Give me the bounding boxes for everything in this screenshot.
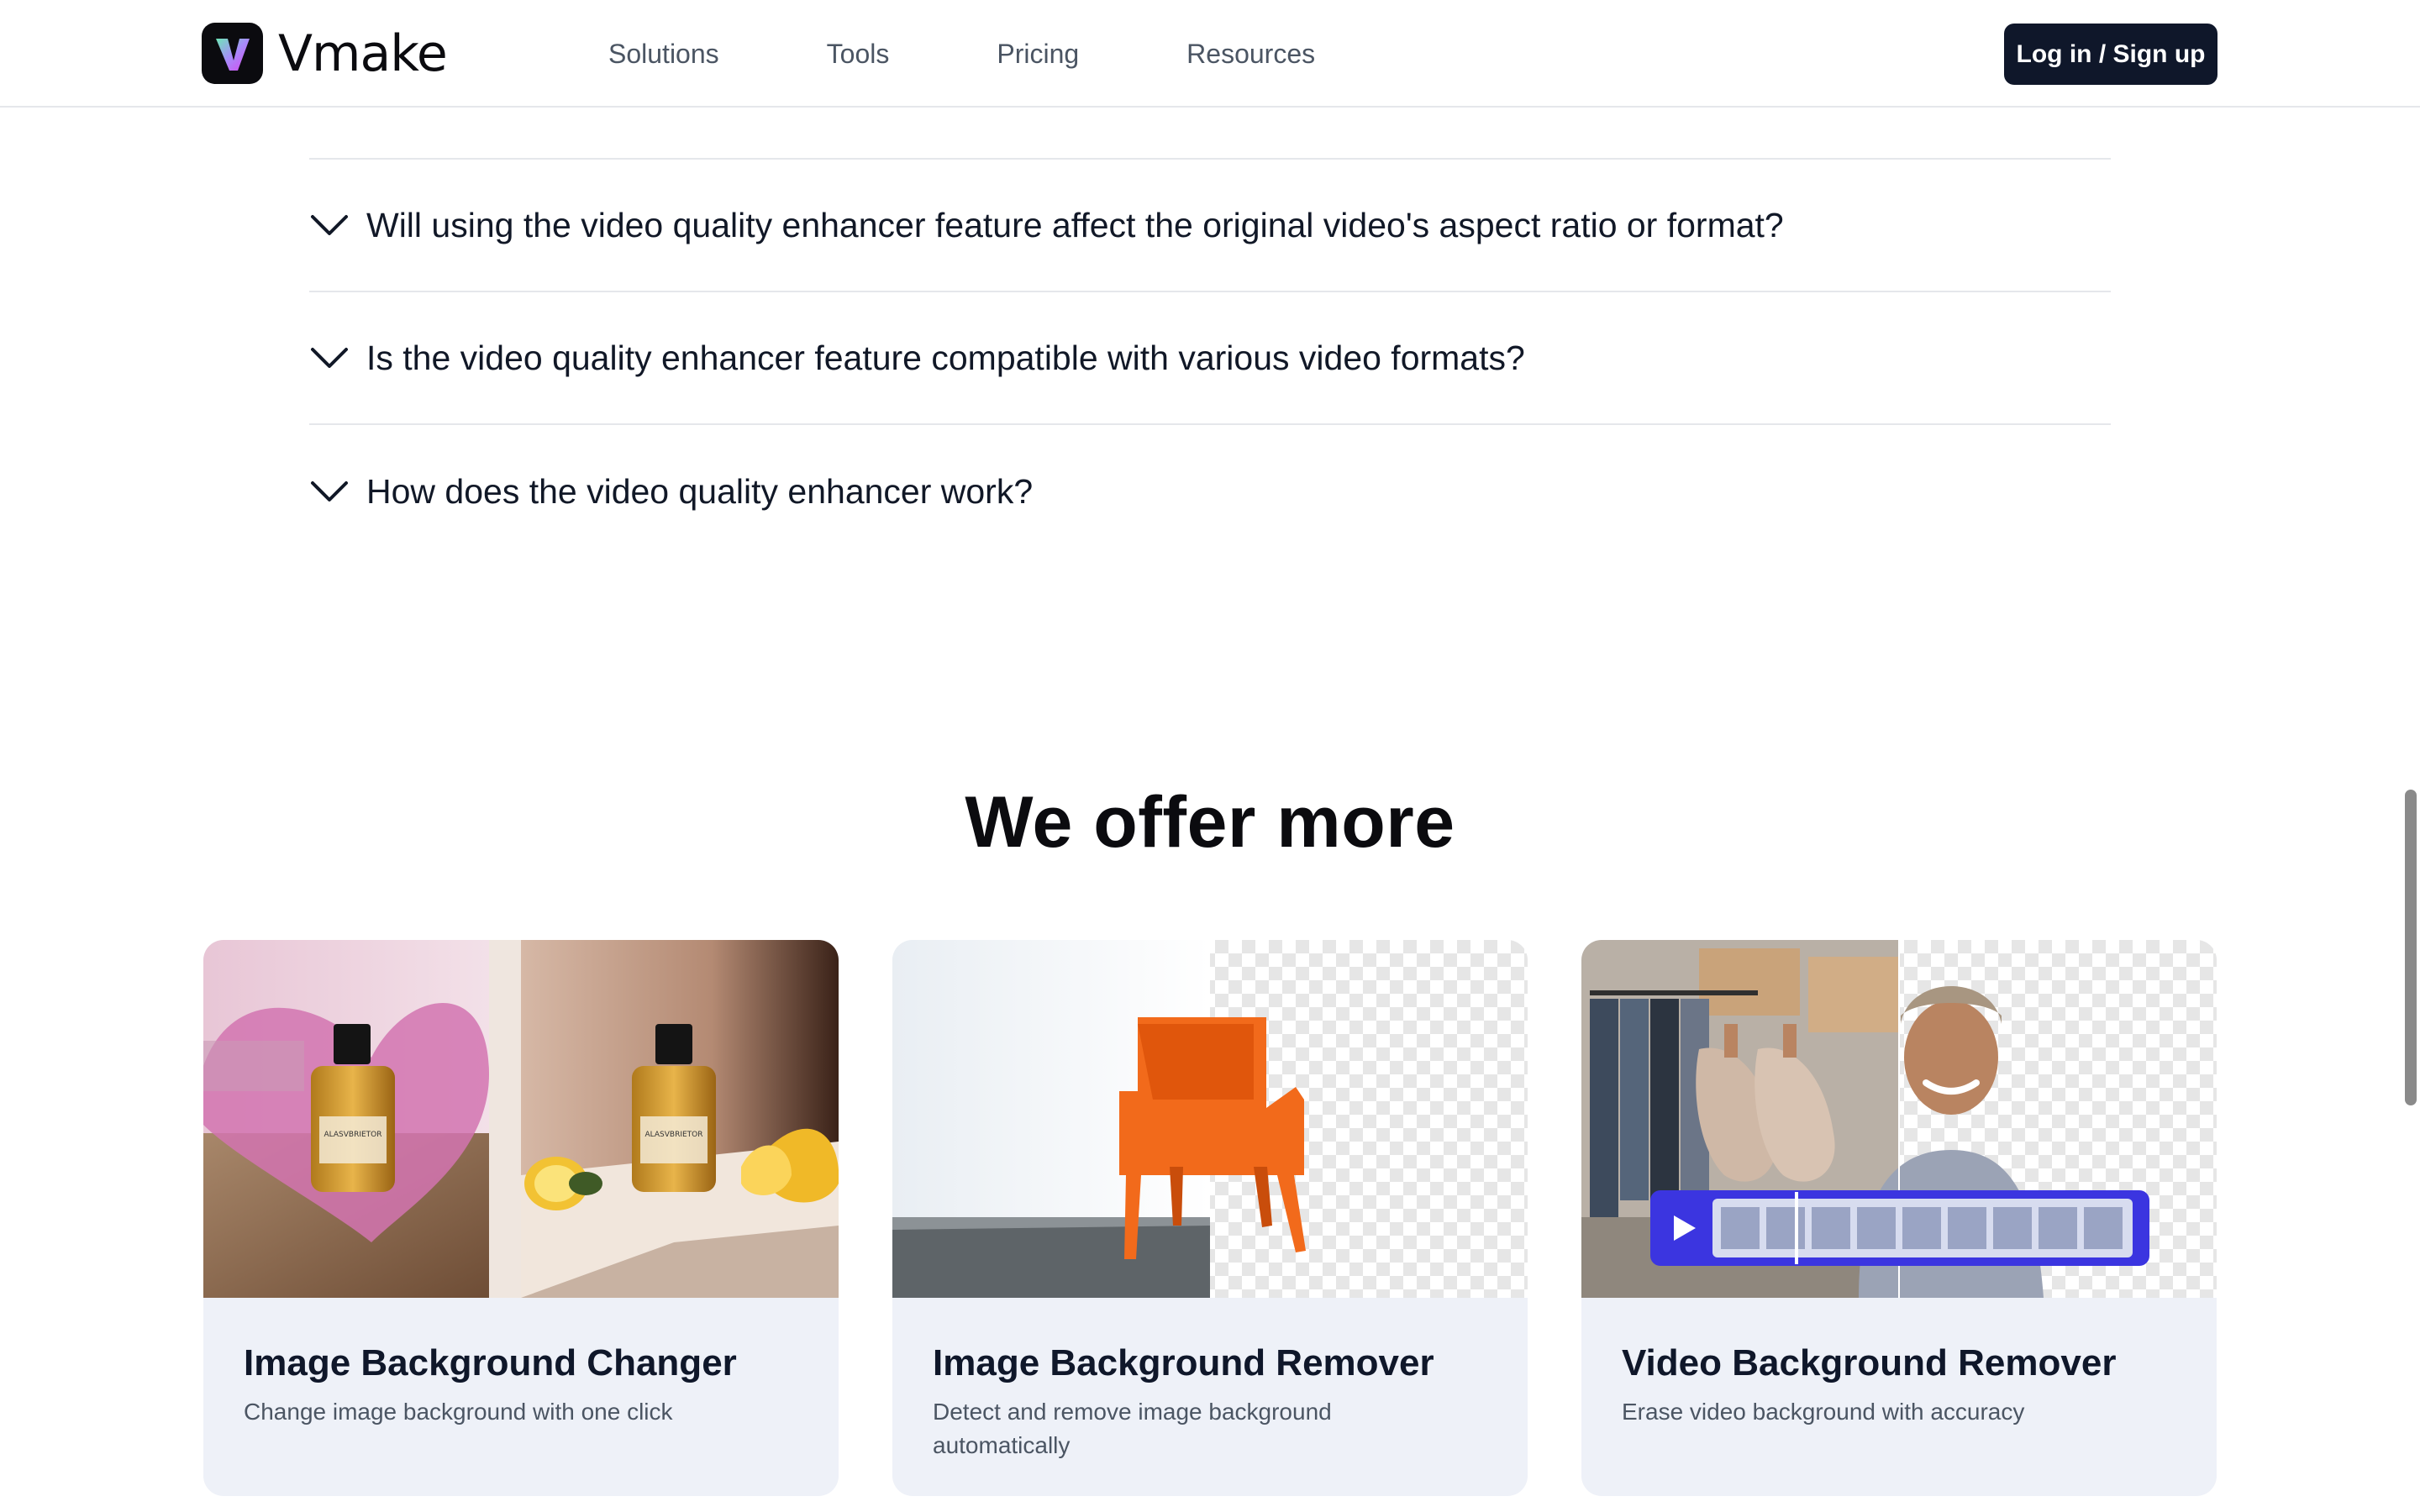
brand-name: Vmake: [278, 24, 448, 83]
card-image-perfume: ALASVBRIETOR ALASVBRIETOR: [203, 940, 839, 1298]
card-title: Image Background Remover: [933, 1342, 1434, 1383]
section-title: We offer more: [965, 782, 1455, 863]
faq-item[interactable]: Is the video quality enhancer feature co…: [309, 292, 2111, 425]
nav-pricing[interactable]: Pricing: [997, 39, 1079, 70]
faq-question: Will using the video quality enhancer fe…: [366, 205, 1784, 244]
card-image-chair: [892, 940, 1528, 1298]
feature-cards: ALASVBRIETOR ALASVBRIETOR Image Backgrou…: [203, 940, 2217, 1496]
chevron-down-icon: [311, 481, 348, 501]
vmake-logo-icon: [202, 23, 263, 84]
card-title: Video Background Remover: [1622, 1342, 2117, 1383]
login-signup-button[interactable]: Log in / Sign up: [2004, 24, 2217, 85]
card-image-background-remover[interactable]: Image Background Remover Detect and remo…: [892, 940, 1528, 1496]
card-description: Erase video background with accuracy: [1622, 1399, 2025, 1425]
faq-question: How does the video quality enhancer work…: [366, 471, 1034, 511]
faq-item[interactable]: Will using the video quality enhancer fe…: [309, 160, 2111, 292]
card-body: Image Background Remover Detect and remo…: [892, 1298, 1528, 1462]
nav-solutions[interactable]: Solutions: [608, 39, 719, 70]
nav-tools[interactable]: Tools: [827, 39, 890, 70]
brand-logo[interactable]: Vmake: [202, 23, 448, 84]
top-navbar: Vmake Solutions Tools Pricing Resources …: [0, 0, 2420, 108]
card-video-background-remover[interactable]: Video Background Remover Erase video bac…: [1581, 940, 2217, 1496]
card-body: Video Background Remover Erase video bac…: [1581, 1298, 2217, 1429]
faq-item[interactable]: How does the video quality enhancer work…: [309, 425, 2111, 558]
chevron-down-icon: [311, 215, 348, 235]
card-image-video: [1581, 940, 2217, 1298]
card-image-background-changer[interactable]: ALASVBRIETOR ALASVBRIETOR Image Backgrou…: [203, 940, 839, 1496]
bottle-label-left: ALASVBRIETOR: [324, 1131, 381, 1139]
page-scrollbar-thumb[interactable]: [2405, 790, 2417, 1105]
card-description: Detect and remove image background autom…: [933, 1399, 1332, 1459]
nav-resources[interactable]: Resources: [1186, 39, 1315, 70]
chevron-down-icon: [311, 348, 348, 368]
faq-section: Will using the video quality enhancer fe…: [309, 50, 2111, 558]
card-body: Image Background Changer Change image ba…: [203, 1298, 839, 1429]
main-nav: Solutions Tools Pricing Resources: [608, 0, 1315, 108]
faq-question: Is the video quality enhancer feature co…: [366, 338, 1525, 377]
bottle-label-right: ALASVBRIETOR: [644, 1131, 702, 1139]
card-description: Change image background with one click: [244, 1399, 673, 1425]
card-title: Image Background Changer: [244, 1342, 737, 1383]
page: Vmake Solutions Tools Pricing Resources …: [0, 0, 2420, 1512]
